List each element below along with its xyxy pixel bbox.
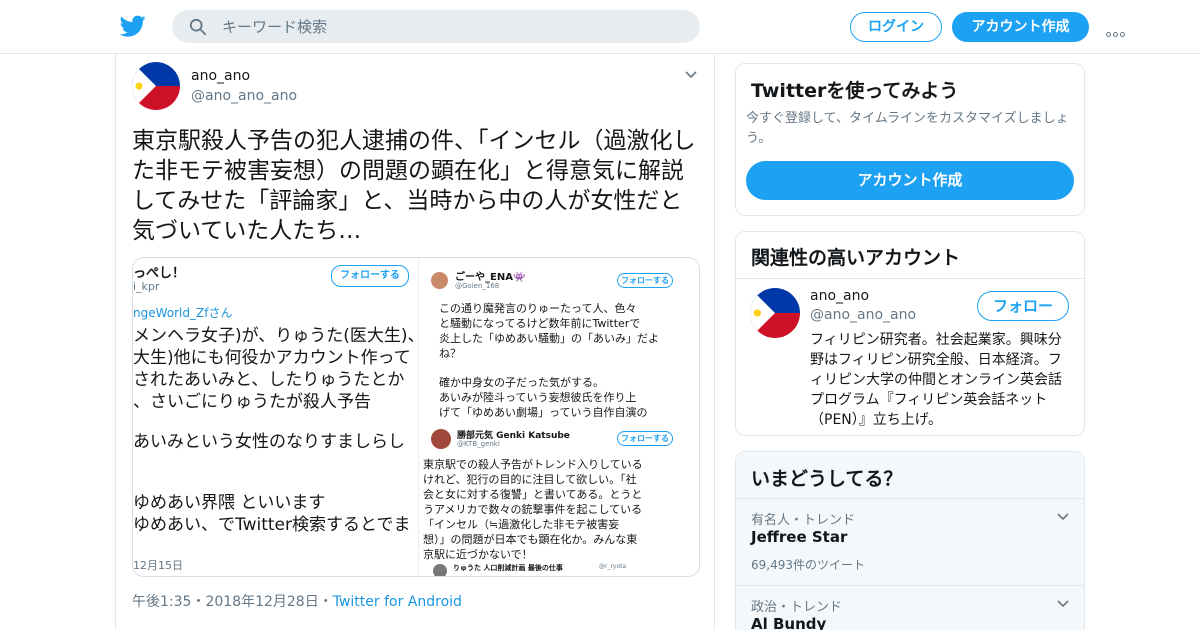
screenshot-right: ごーや_ENA👾 @Goien_168 フォローする この通り魔発言のりゅーたっ…	[418, 258, 699, 576]
author-handle[interactable]: @ano_ano_ano	[191, 88, 297, 104]
follow-button[interactable]: フォロー	[977, 291, 1069, 321]
twitter-bird-icon[interactable]	[120, 13, 146, 39]
trend-name[interactable]: Jeffree Star	[751, 528, 847, 546]
embedded-avatar	[431, 429, 451, 449]
embedded-follow-button: フォローする	[617, 273, 673, 288]
search-input[interactable]	[222, 10, 682, 43]
trend-category: 有名人・トレンド	[751, 513, 856, 528]
trends-title: いまどうしてる？	[751, 468, 903, 490]
search-icon	[189, 18, 207, 36]
embedded-name: っぺし！	[133, 266, 186, 281]
embedded-reply-to: ngeWorld_Zfさん	[133, 306, 233, 320]
divider	[736, 278, 1084, 279]
philippine-flag-icon	[750, 288, 800, 338]
embedded-follow-button: フォローする	[331, 265, 409, 287]
login-button[interactable]: ログイン	[850, 12, 942, 42]
embedded-handle: @r_ryota	[599, 563, 627, 570]
top-navigation-bar: ログイン アカウント作成	[0, 0, 1200, 54]
embedded-handle: @Goien_168	[455, 282, 500, 290]
embedded-line: ね？	[439, 347, 461, 360]
embedded-line: 炎上した「ゆめあい騒動」の「あいみ」だよ	[439, 332, 659, 345]
embedded-line: 確か中身女の子だった気がする。	[439, 376, 604, 389]
meta-separator: ・	[318, 594, 333, 610]
avatar[interactable]	[750, 288, 800, 338]
tweet-metadata: 午後1:35・2018年12月28日・Twitter for Android	[132, 591, 462, 611]
divider	[736, 498, 1084, 499]
embedded-name: ごーや_ENA👾	[455, 272, 526, 283]
embedded-avatar	[431, 272, 448, 289]
embedded-line: この通り魔発言のりゅーたって人、色々	[439, 302, 637, 315]
trend-count: 69,493件のツイート	[751, 558, 865, 572]
embedded-line: 会と女に対する復讐」と書いてある。とうと	[423, 488, 643, 501]
embedded-avatar	[433, 564, 447, 576]
related-accounts-title: 関連性の高いアカウント	[751, 247, 961, 269]
author-name[interactable]: ano_ano	[191, 68, 250, 84]
embedded-line: 東京駅での殺人予告がトレンド入りしている	[423, 458, 643, 471]
search-box[interactable]	[172, 10, 700, 43]
chevron-down-icon[interactable]	[684, 70, 698, 80]
tweet-client[interactable]: Twitter for Android	[333, 594, 462, 610]
chevron-down-icon[interactable]	[1056, 599, 1070, 609]
meta-separator: ・	[191, 594, 206, 610]
screenshot-left: っぺし！ i_kpr フォローする ngeWorld_Zfさん メンヘラ女子)が…	[133, 258, 425, 576]
embedded-line: 京駅に近づかないで！	[423, 548, 533, 561]
related-account-name[interactable]: ano_ano	[810, 288, 869, 304]
embedded-line: 想）」の問題が日本でも顕在化か。みんな東	[423, 533, 638, 546]
embedded-handle: i_kpr	[133, 280, 160, 293]
embedded-line: と騒動になってるけど数年前にTwitterで	[439, 317, 641, 330]
divider	[736, 585, 1084, 586]
embedded-handle: @KTB_genki	[457, 440, 500, 448]
tweet-date[interactable]: 2018年12月28日	[205, 594, 318, 610]
embedded-line: ゆめあい、でTwitter検索するとでま	[133, 515, 411, 535]
embedded-line: けれど、犯行の目的に注目して欲しい。「社	[423, 473, 637, 486]
signup-card-title: Twitterを使ってみよう	[751, 80, 959, 102]
chevron-down-icon[interactable]	[1056, 512, 1070, 522]
embedded-line: 「インセル（≒過激化した非モテ被害妄	[423, 518, 620, 531]
trend-category: 政治・トレンド	[751, 600, 843, 615]
embedded-line: うアメリカで数々の銃撃事件を起こしている	[423, 503, 643, 516]
tweet-detail: ano_ano @ano_ano_ano 東京駅殺人予告の犯人逮捕の件、「インセ…	[115, 54, 715, 630]
related-account-bio: フィリピン研究者。社会起業家。興味分野はフィリピン研究全般、日本経済。フィリピン…	[810, 332, 1062, 428]
embedded-follow-button: フォローする	[617, 431, 673, 446]
philippine-flag-icon	[132, 62, 180, 110]
related-account-handle[interactable]: @ano_ano_ano	[810, 307, 916, 323]
signup-card-subtitle: 今すぐ登録して、タイムラインをカスタマイズしましょう。	[746, 111, 1069, 146]
more-options-icon[interactable]	[1106, 22, 1130, 37]
signup-card-button[interactable]: アカウント作成	[746, 161, 1074, 200]
tweet-image[interactable]: っぺし！ i_kpr フォローする ngeWorld_Zfさん メンヘラ女子)が…	[132, 257, 700, 577]
embedded-name: りゅうた 人口削減計画 最後の仕事	[453, 564, 563, 572]
embedded-line: げて「ゆめあい劇場」っていう自作自演の	[439, 406, 648, 419]
avatar[interactable]	[132, 62, 180, 110]
embedded-line: あいみという女性のなりすましらし	[133, 432, 405, 452]
embedded-line: あいみが陸斗っていう妄想彼氏を作り上	[439, 391, 637, 404]
trends-card: いまどうしてる？ 有名人・トレンド Jeffree Star 69,493件のツ…	[735, 451, 1085, 630]
signup-card: Twitterを使ってみよう 今すぐ登録して、タイムラインをカスタマイズしましょ…	[735, 63, 1085, 216]
tweet-text: 東京駅殺人予告の犯人逮捕の件、「インセル（過激化した非モテ被害妄想）の問題の顕在…	[132, 128, 696, 244]
trend-name[interactable]: Al Bundy	[751, 615, 826, 630]
embedded-date: 12月15日	[133, 559, 183, 572]
embedded-line: 、さいごにりゅうたが殺人予告	[133, 392, 371, 412]
signup-button[interactable]: アカウント作成	[952, 12, 1089, 42]
related-accounts-card: 関連性の高いアカウント ano_ano @ano_ano_ano フォロー フィ…	[735, 231, 1085, 436]
tweet-time[interactable]: 午後1:35	[132, 594, 191, 610]
